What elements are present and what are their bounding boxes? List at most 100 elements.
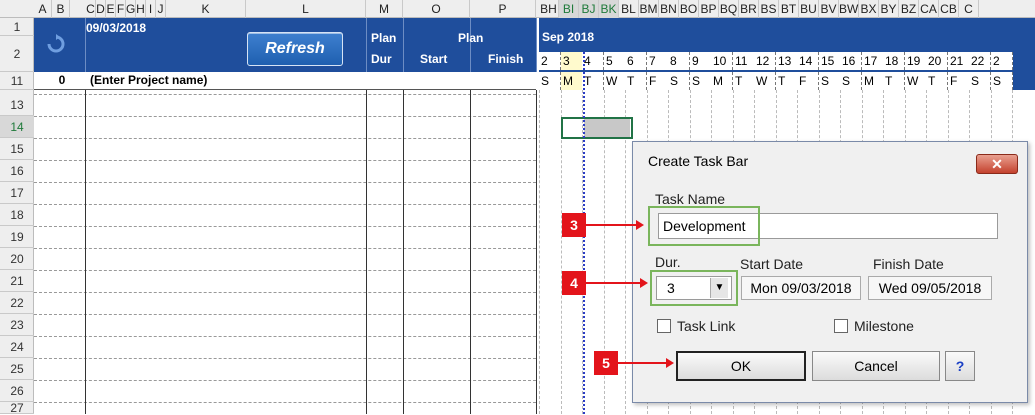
column-header[interactable]: BP bbox=[699, 0, 719, 18]
project-number-cell[interactable]: 0 bbox=[52, 73, 72, 89]
column-header[interactable]: C bbox=[86, 0, 96, 18]
callout-arrow bbox=[618, 362, 666, 364]
gantt-day-number: 5 bbox=[604, 52, 626, 70]
gantt-day-number: 20 bbox=[926, 52, 948, 70]
gantt-day-number: 7 bbox=[647, 52, 669, 70]
cancel-button[interactable]: Cancel bbox=[812, 351, 940, 381]
callout-arrow bbox=[586, 224, 636, 226]
grid-column-line bbox=[366, 90, 367, 414]
column-header[interactable]: C bbox=[959, 0, 979, 18]
row-header[interactable]: 23 bbox=[0, 314, 34, 336]
row-header[interactable]: 24 bbox=[0, 336, 34, 358]
gantt-weekday: M bbox=[561, 72, 583, 90]
project-logo-icon bbox=[46, 34, 66, 54]
grid-row-line bbox=[34, 292, 536, 293]
column-header[interactable]: A bbox=[34, 0, 52, 18]
milestone-checkbox[interactable] bbox=[834, 319, 848, 333]
gantt-day-number: 18 bbox=[883, 52, 905, 70]
task-link-checkbox[interactable] bbox=[657, 319, 671, 333]
row-header[interactable]: 26 bbox=[0, 380, 34, 402]
row-header[interactable]: 16 bbox=[0, 160, 34, 182]
row-header[interactable]: 14 bbox=[0, 116, 34, 138]
row-header[interactable]: 25 bbox=[0, 358, 34, 380]
column-header[interactable]: K bbox=[166, 0, 246, 18]
grid-column-line bbox=[85, 90, 86, 414]
dialog-close-button[interactable]: ✕ bbox=[976, 154, 1018, 174]
grid-column-line bbox=[536, 90, 537, 414]
grid-row-line bbox=[34, 182, 536, 183]
gantt-weekday: S bbox=[668, 72, 690, 90]
gantt-weekday: F bbox=[797, 72, 819, 90]
column-header[interactable]: BT bbox=[779, 0, 799, 18]
column-header[interactable]: D bbox=[96, 0, 106, 18]
row-header[interactable]: 18 bbox=[0, 204, 34, 226]
row-header[interactable]: 22 bbox=[0, 292, 34, 314]
dialog-title: Create Task Bar bbox=[648, 153, 749, 169]
column-header[interactable]: J bbox=[156, 0, 166, 18]
column-header[interactable]: G bbox=[126, 0, 136, 18]
column-header[interactable]: BU bbox=[799, 0, 819, 18]
ok-button[interactable]: OK bbox=[676, 351, 806, 381]
plan-dur-header-line2: Dur bbox=[371, 52, 392, 66]
column-header[interactable]: BQ bbox=[719, 0, 739, 18]
gantt-weekday: S bbox=[690, 72, 712, 90]
row-header[interactable]: 27 bbox=[0, 402, 34, 414]
column-header[interactable]: BH bbox=[539, 0, 559, 18]
gantt-weekday: S bbox=[991, 72, 1013, 90]
column-header[interactable]: H bbox=[136, 0, 146, 18]
row-header[interactable]: 20 bbox=[0, 248, 34, 270]
column-header[interactable]: L bbox=[246, 0, 366, 18]
header-separator bbox=[470, 18, 471, 72]
finish-date-field: Wed 09/05/2018 bbox=[868, 276, 992, 300]
row-header[interactable]: 19 bbox=[0, 226, 34, 248]
callout-3: 3 bbox=[562, 213, 586, 237]
column-header[interactable]: BO bbox=[679, 0, 699, 18]
column-header[interactable]: BL bbox=[619, 0, 639, 18]
dur-label: Dur. bbox=[655, 254, 681, 270]
gantt-weekday: T bbox=[926, 72, 948, 90]
column-header[interactable]: I bbox=[146, 0, 156, 18]
gantt-weekday: T bbox=[582, 72, 604, 90]
column-header[interactable]: E bbox=[106, 0, 116, 18]
column-header[interactable]: BI bbox=[559, 0, 579, 18]
column-header[interactable]: BY bbox=[879, 0, 899, 18]
row-header[interactable]: 21 bbox=[0, 270, 34, 292]
column-header[interactable]: BM bbox=[639, 0, 659, 18]
task-name-label: Task Name bbox=[655, 191, 726, 207]
start-date-field: Mon 09/03/2018 bbox=[741, 276, 861, 300]
column-header[interactable]: BW bbox=[839, 0, 859, 18]
gantt-column-line bbox=[539, 90, 540, 414]
start-header: Start bbox=[420, 52, 448, 66]
help-button[interactable]: ? bbox=[945, 351, 975, 381]
column-header[interactable]: BR bbox=[739, 0, 759, 18]
column-header[interactable]: BN bbox=[659, 0, 679, 18]
row-header[interactable]: 2 bbox=[0, 36, 34, 72]
column-header[interactable]: B bbox=[52, 0, 70, 18]
column-header[interactable]: CA bbox=[919, 0, 939, 18]
grid-row-line bbox=[34, 380, 536, 381]
column-header[interactable]: O bbox=[403, 0, 470, 18]
column-header[interactable]: BS bbox=[759, 0, 779, 18]
row-header[interactable]: 15 bbox=[0, 138, 34, 160]
column-header[interactable]: BV bbox=[819, 0, 839, 18]
row-header[interactable]: 11 bbox=[0, 72, 34, 90]
row-header[interactable]: 1 bbox=[0, 18, 34, 36]
gantt-weekday: S bbox=[819, 72, 841, 90]
column-header[interactable]: M bbox=[366, 0, 403, 18]
row-header-column: 1 2 11 13 14 15 16 17 18 19 20 21 22 23 24 25 26 27 bbox=[0, 18, 34, 414]
row-header[interactable]: 13 bbox=[0, 94, 34, 116]
column-header[interactable]: BX bbox=[859, 0, 879, 18]
gantt-weekday: F bbox=[647, 72, 669, 90]
grid-row-line bbox=[34, 226, 536, 227]
column-header[interactable]: BZ bbox=[899, 0, 919, 18]
column-header[interactable]: P bbox=[470, 0, 536, 18]
refresh-button[interactable]: Refresh bbox=[247, 32, 343, 66]
gantt-weekday: T bbox=[733, 72, 755, 90]
row-header[interactable]: 17 bbox=[0, 182, 34, 204]
active-cell-selection[interactable] bbox=[561, 117, 633, 139]
column-header[interactable]: BJ bbox=[579, 0, 599, 18]
project-name-cell[interactable]: (Enter Project name) bbox=[90, 73, 350, 89]
column-header[interactable]: F bbox=[116, 0, 126, 18]
column-header[interactable]: BK bbox=[599, 0, 619, 18]
column-header[interactable]: CB bbox=[939, 0, 959, 18]
